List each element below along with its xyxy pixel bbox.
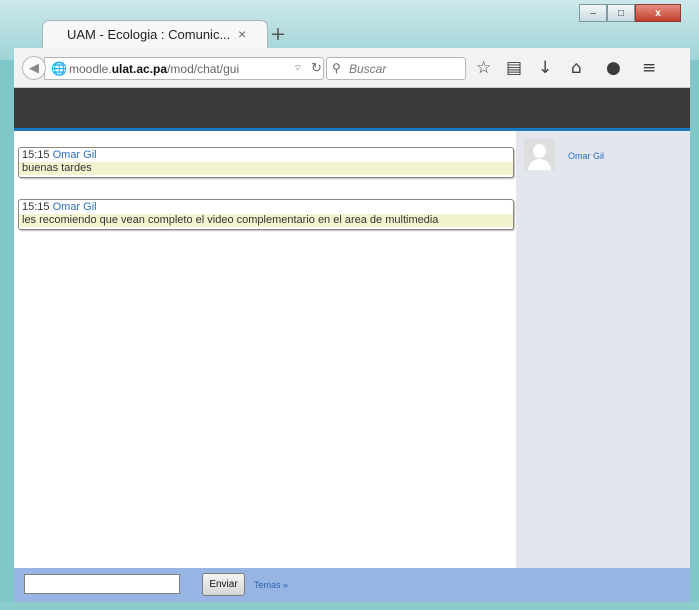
themes-link[interactable]: Temas » xyxy=(254,580,288,590)
site-header-bar xyxy=(14,88,690,131)
users-panel: Omar Gil xyxy=(516,131,690,568)
new-tab-icon[interactable]: + xyxy=(270,23,286,45)
message-author[interactable]: Omar Gil xyxy=(53,149,97,161)
browser-tab[interactable]: UAM - Ecologia : Comunic... × xyxy=(42,20,268,48)
browser-window: UAM - Ecologia : Comunic... × + – □ x 🌐 … xyxy=(0,0,699,610)
message-time: 15:15 xyxy=(22,149,50,161)
back-arrow-icon[interactable]: ◀ xyxy=(22,56,46,80)
tab-title: UAM - Ecologia : Comunic... xyxy=(67,27,231,42)
chat-message: 15:15 Omar Gil buenas tardes xyxy=(18,147,514,178)
message-input-bar: Enviar Temas » xyxy=(14,568,690,602)
message-input[interactable] xyxy=(24,574,180,594)
window-controls: – □ x xyxy=(579,4,681,22)
search-icon: ⚲ xyxy=(332,61,341,75)
download-icon[interactable]: ↓ xyxy=(538,58,552,78)
send-button[interactable]: Enviar xyxy=(202,573,245,596)
tab-close-icon[interactable]: × xyxy=(238,26,246,42)
search-bar[interactable]: ⚲ Buscar xyxy=(326,57,466,80)
star-icon[interactable]: ☆ xyxy=(476,58,491,78)
search-placeholder: Buscar xyxy=(349,62,387,76)
chat-window: 15:15 Omar Gil buenas tardes 15:15 Omar … xyxy=(14,131,690,568)
message-text: buenas tardes xyxy=(19,162,513,175)
navigation-toolbar: 🌐 moodle.ulat.ac.pa/mod/chat/gui ▿ ↻ ◀ ⚲… xyxy=(14,48,690,88)
message-header: 15:15 Omar Gil xyxy=(22,149,510,162)
home-icon[interactable]: ⌂ xyxy=(571,58,582,78)
url-text: moodle.ulat.ac.pa/mod/chat/gui xyxy=(69,62,240,76)
chat-message: 15:15 Omar Gil les recomiendo que vean c… xyxy=(18,199,514,230)
message-header: 15:15 Omar Gil xyxy=(22,201,510,214)
avatar-head xyxy=(533,144,546,158)
dropdown-icon[interactable]: ▿ xyxy=(295,61,301,74)
message-list: 15:15 Omar Gil buenas tardes 15:15 Omar … xyxy=(14,131,516,568)
close-button[interactable]: x xyxy=(635,4,681,22)
window-bottom-border xyxy=(0,602,699,610)
avatar[interactable] xyxy=(524,139,555,170)
reload-icon[interactable]: ↻ xyxy=(311,60,322,76)
message-author[interactable]: Omar Gil xyxy=(53,201,97,213)
globe-icon: 🌐 xyxy=(51,61,68,76)
minimize-button[interactable]: – xyxy=(579,4,607,22)
user-name[interactable]: Omar Gil xyxy=(568,151,604,161)
clipboard-icon[interactable]: ▤ xyxy=(506,58,522,78)
message-text: les recomiendo que vean completo el vide… xyxy=(19,214,513,227)
chat-bubble-icon[interactable]: ● xyxy=(606,58,621,78)
maximize-button[interactable]: □ xyxy=(607,4,635,22)
url-bar[interactable]: 🌐 moodle.ulat.ac.pa/mod/chat/gui ▿ ↻ xyxy=(44,57,324,80)
avatar-body xyxy=(528,159,551,170)
message-time: 15:15 xyxy=(22,201,50,213)
menu-icon[interactable]: ≡ xyxy=(642,58,656,78)
